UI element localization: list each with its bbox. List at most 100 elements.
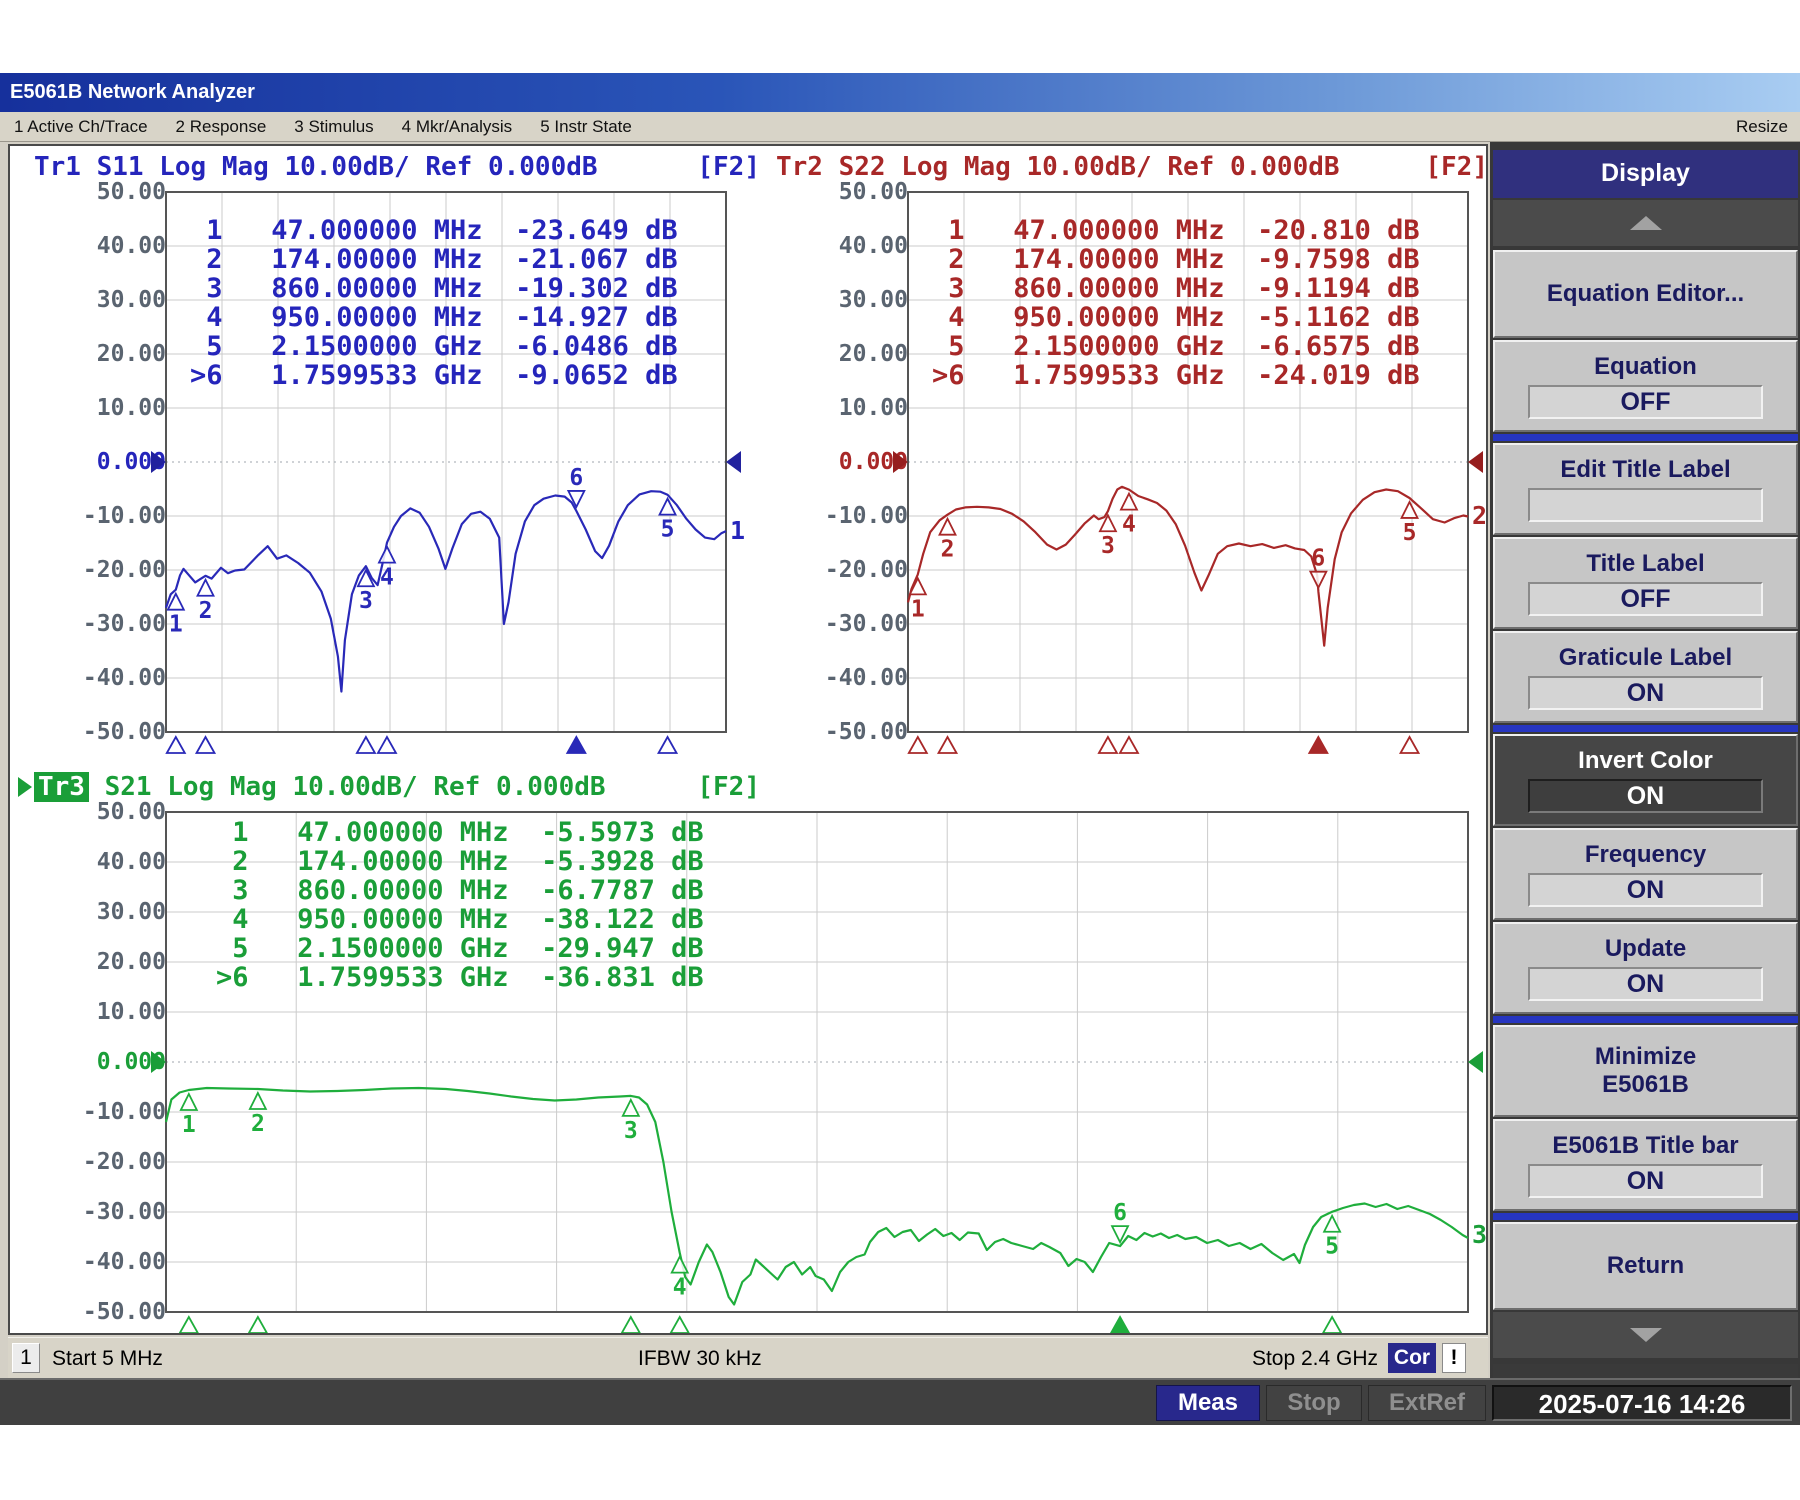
y-axis-tick-label: -30.00	[38, 610, 166, 638]
softkey-update[interactable]: UpdateON	[1493, 922, 1798, 1014]
marker-row: 3860.00000MHz-6.7787dB	[216, 876, 704, 905]
svg-text:2: 2	[199, 598, 213, 624]
ref-level-arrow-icon	[726, 451, 741, 473]
warning-badge: !	[1442, 1343, 1466, 1373]
y-axis-tick-label: 10.00	[780, 394, 908, 422]
trace2-y-axis-labels: 50.0040.0030.0020.0010.000.000-10.00-20.…	[780, 178, 908, 746]
ref-level-arrow-icon	[1468, 451, 1483, 473]
y-axis-tick-label: -50.00	[38, 718, 166, 746]
y-axis-tick-label: 50.00	[38, 798, 166, 826]
softkey-separator	[1493, 725, 1798, 732]
menu-active-ch-trace[interactable]: 1 Active Ch/Trace	[14, 117, 148, 137]
y-axis-tick-label: 40.00	[38, 848, 166, 876]
softkey-edit-title-label[interactable]: Edit Title Label	[1493, 443, 1798, 535]
marker-row: 3860.00000MHz-9.1194dB	[932, 274, 1420, 303]
softkey-invert-color[interactable]: Invert ColorON	[1493, 734, 1798, 826]
trace2-channel: [F2]	[1425, 152, 1488, 182]
y-axis-tick-label: -50.00	[780, 718, 908, 746]
meas-status-badge: Meas	[1156, 1385, 1260, 1421]
y-axis-tick-label: 10.00	[38, 998, 166, 1026]
trace3-format: S21 Log Mag 10.00dB/ Ref 0.000dB	[89, 772, 606, 802]
y-axis-tick-label: -10.00	[780, 502, 908, 530]
svg-text:5: 5	[661, 517, 675, 543]
y-axis-tick-label: -40.00	[780, 664, 908, 692]
y-axis-tick-label: 40.00	[780, 232, 908, 260]
marker-row: 4950.00000MHz-5.1162dB	[932, 303, 1420, 332]
svg-text:5: 5	[1325, 1234, 1339, 1260]
marker-row: 4950.00000MHz-14.927dB	[190, 303, 678, 332]
ifbw-label: IFBW 30 kHz	[638, 1347, 762, 1371]
softkey-equation-editor[interactable]: Equation Editor...	[1493, 250, 1798, 338]
y-axis-tick-label: -10.00	[38, 502, 166, 530]
svg-text:1: 1	[169, 612, 183, 638]
trace3-end-label: 3	[1472, 1220, 1487, 1249]
menu-resize[interactable]: Resize	[1736, 117, 1800, 137]
sidebar-filler	[1493, 1364, 1798, 1378]
menu-response[interactable]: 2 Response	[176, 117, 267, 137]
y-axis-tick-label: -30.00	[780, 610, 908, 638]
svg-text:6: 6	[1113, 1200, 1127, 1226]
softkey-equation[interactable]: EquationOFF	[1493, 340, 1798, 432]
trace2-marker-table: 147.000000MHz-20.810dB 2174.00000MHz-9.7…	[932, 216, 1420, 390]
softkey-scroll-up[interactable]	[1493, 200, 1798, 246]
marker-row: >61.7599533GHz-24.019dB	[932, 361, 1420, 390]
ref-level-arrow-icon	[151, 451, 166, 473]
svg-text:5: 5	[1403, 520, 1417, 546]
marker-row: 3860.00000MHz-19.302dB	[190, 274, 678, 303]
y-axis-tick-label: -40.00	[38, 664, 166, 692]
marker-row: 52.1500000GHz-6.6575dB	[932, 332, 1420, 361]
menu-instr-state[interactable]: 5 Instr State	[540, 117, 632, 137]
y-axis-tick-label: -40.00	[38, 1248, 166, 1276]
active-trace-arrow-icon	[18, 777, 32, 797]
softkey-title-bar[interactable]: E5061B Title barON	[1493, 1119, 1798, 1211]
softkey-sidebar: Display Equation Editor... EquationOFF E…	[1490, 142, 1800, 1378]
extref-status-badge: ExtRef	[1368, 1385, 1486, 1421]
softkey-value: ON	[1528, 967, 1763, 1001]
y-axis-tick-label: 20.00	[780, 340, 908, 368]
ref-level-arrow-icon	[893, 451, 908, 473]
svg-text:1: 1	[911, 596, 925, 622]
softkey-separator	[1493, 434, 1798, 441]
marker-row: 147.000000MHz-20.810dB	[932, 216, 1420, 245]
svg-text:2: 2	[941, 537, 955, 563]
trace1-end-label: 1	[730, 516, 745, 545]
y-axis-tick-label: 50.00	[38, 178, 166, 206]
menu-stimulus[interactable]: 3 Stimulus	[294, 117, 373, 137]
y-axis-tick-label: -10.00	[38, 1098, 166, 1126]
marker-row: 147.000000MHz-5.5973dB	[216, 818, 704, 847]
softkey-graticule-label[interactable]: Graticule LabelON	[1493, 631, 1798, 723]
y-axis-tick-label: 10.00	[38, 394, 166, 422]
softkey-separator	[1493, 1213, 1798, 1220]
softkey-return[interactable]: Return	[1493, 1222, 1798, 1310]
instrument-screen: Tr1 S11 Log Mag 10.00dB/ Ref 0.000dB[F2]…	[8, 144, 1488, 1335]
marker-row: 52.1500000GHz-29.947dB	[216, 934, 704, 963]
channel-status-bar: 1 Start 5 MHz IFBW 30 kHz Stop 2.4 GHz C…	[8, 1337, 1488, 1378]
scroll-down-icon	[1630, 1328, 1662, 1342]
instrument-status-bar: Meas Stop ExtRef 2025-07-16 14:26	[0, 1378, 1800, 1425]
title-bar: E5061B Network Analyzer	[0, 73, 1800, 112]
marker-row: 2174.00000MHz-9.7598dB	[932, 245, 1420, 274]
softkey-scroll-down[interactable]	[1493, 1312, 1798, 1358]
channel-number-box: 1	[12, 1343, 40, 1373]
stop-status-badge: Stop	[1266, 1385, 1362, 1421]
instrument-area: Tr1 S11 Log Mag 10.00dB/ Ref 0.000dB[F2]…	[0, 142, 1490, 1378]
marker-row: 4950.00000MHz-38.122dB	[216, 905, 704, 934]
svg-text:6: 6	[569, 465, 583, 491]
trace1-marker-table: 147.000000MHz-23.649dB 2174.00000MHz-21.…	[190, 216, 678, 390]
menu-mkr-analysis[interactable]: 4 Mkr/Analysis	[402, 117, 513, 137]
svg-text:4: 4	[380, 565, 394, 591]
softkey-value: OFF	[1528, 582, 1763, 616]
softkey-minimize[interactable]: MinimizeE5061B	[1493, 1025, 1798, 1117]
softkey-value	[1528, 488, 1763, 522]
softkey-title-label[interactable]: Title LabelOFF	[1493, 537, 1798, 629]
y-axis-tick-label: -30.00	[38, 1198, 166, 1226]
trace1-y-axis-labels: 50.0040.0030.0020.0010.000.000-10.00-20.…	[38, 178, 166, 746]
softkey-frequency[interactable]: FrequencyON	[1493, 828, 1798, 920]
y-axis-tick-label: 30.00	[38, 898, 166, 926]
softkey-menu-title: Display	[1493, 150, 1798, 198]
svg-text:6: 6	[1311, 546, 1325, 572]
y-axis-tick-label: 40.00	[38, 232, 166, 260]
y-axis-tick-label: 50.00	[780, 178, 908, 206]
trace3-marker-table: 147.000000MHz-5.5973dB 2174.00000MHz-5.3…	[216, 818, 704, 992]
y-axis-tick-label: -20.00	[38, 1148, 166, 1176]
